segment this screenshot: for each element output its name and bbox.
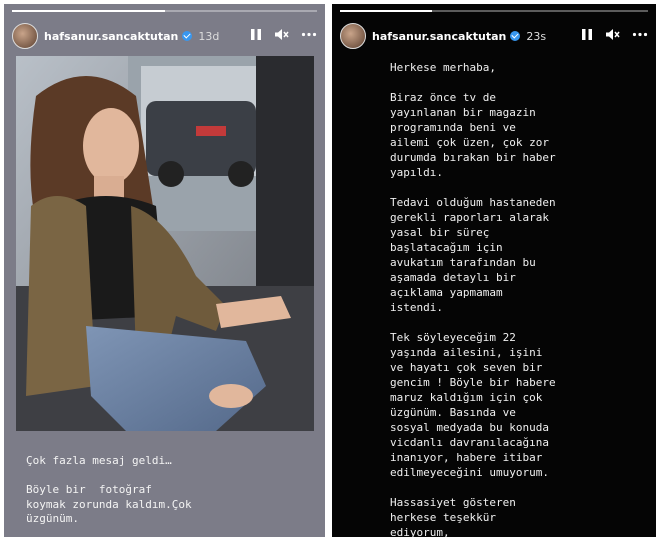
- username[interactable]: hafsanur.sancaktutan: [44, 30, 178, 43]
- more-icon[interactable]: [632, 28, 648, 44]
- story-photo: [16, 56, 314, 431]
- story-header: hafsanur.sancaktutan 13d: [12, 22, 317, 50]
- time-ago: 23s: [526, 29, 547, 43]
- verified-badge-icon: [182, 31, 193, 41]
- mute-icon[interactable]: [605, 28, 620, 44]
- more-icon[interactable]: [301, 28, 317, 44]
- story-header: hafsanur.sancaktutan 23s: [340, 22, 648, 50]
- pause-icon[interactable]: [581, 28, 593, 44]
- pause-icon[interactable]: [250, 28, 262, 44]
- story-caption: Çok fazla mesaj geldi… Böyle bir fotoğra…: [26, 454, 192, 525]
- avatar[interactable]: [12, 23, 38, 49]
- avatar[interactable]: [340, 23, 366, 49]
- verified-badge-icon: [510, 31, 521, 41]
- story-progress-bar: [12, 10, 317, 12]
- story-progress-bar: [340, 10, 648, 12]
- story-text: Herkese merhaba, Biraz önce tv de yayınl…: [390, 61, 556, 537]
- story-panel-left[interactable]: hafsanur.sancaktutan 13d Çok fazla mesaj…: [4, 4, 325, 537]
- story-progress-fill: [340, 10, 433, 12]
- time-ago: 13d: [198, 29, 220, 43]
- story-progress-fill: [12, 10, 165, 12]
- story-panel-right[interactable]: hafsanur.sancaktutan 23s Herkese merhaba…: [332, 4, 656, 537]
- mute-icon[interactable]: [274, 28, 289, 44]
- username[interactable]: hafsanur.sancaktutan: [372, 30, 506, 43]
